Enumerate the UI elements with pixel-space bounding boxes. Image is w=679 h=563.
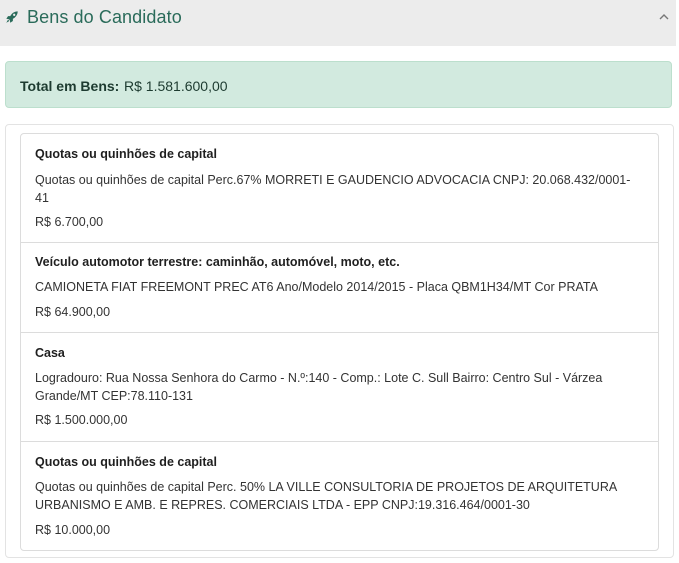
asset-value: R$ 10.000,00: [35, 523, 111, 537]
total-assets-label: Total em Bens:: [20, 78, 120, 94]
list-item: Quotas ou quinhões de capital Quotas ou …: [21, 134, 658, 243]
asset-description: CAMIONETA FIAT FREEMONT PREC AT6 Ano/Mod…: [35, 280, 598, 294]
asset-title: Veículo automotor terrestre: caminhão, a…: [35, 255, 400, 269]
section-title: Bens do Candidato: [27, 7, 182, 27]
list-item: Quotas ou quinhões de capital Quotas ou …: [21, 442, 658, 550]
total-assets-box: Total em Bens: R$ 1.581.600,00: [5, 61, 672, 108]
section-header[interactable]: Bens do Candidato: [0, 0, 676, 46]
asset-value: R$ 64.900,00: [35, 305, 111, 319]
asset-value: R$ 6.700,00: [35, 215, 104, 229]
asset-description: Logradouro: Rua Nossa Senhora do Carmo -…: [35, 371, 603, 403]
asset-description: Quotas ou quinhões de capital Perc.67% M…: [35, 173, 631, 205]
chevron-up-icon[interactable]: [658, 12, 670, 22]
asset-value: R$ 1.500.000,00: [35, 413, 128, 427]
asset-title: Casa: [35, 346, 65, 360]
asset-title: Quotas ou quinhões de capital: [35, 147, 217, 161]
asset-description: Quotas ou quinhões de capital Perc. 50% …: [35, 480, 617, 512]
list-item: Casa Logradouro: Rua Nossa Senhora do Ca…: [21, 333, 658, 442]
assets-list: Quotas ou quinhões de capital Quotas ou …: [20, 133, 659, 551]
asset-title: Quotas ou quinhões de capital: [35, 455, 217, 469]
list-item: Veículo automotor terrestre: caminhão, a…: [21, 243, 658, 333]
total-assets-value: R$ 1.581.600,00: [124, 78, 228, 94]
rocket-icon: [6, 11, 18, 23]
